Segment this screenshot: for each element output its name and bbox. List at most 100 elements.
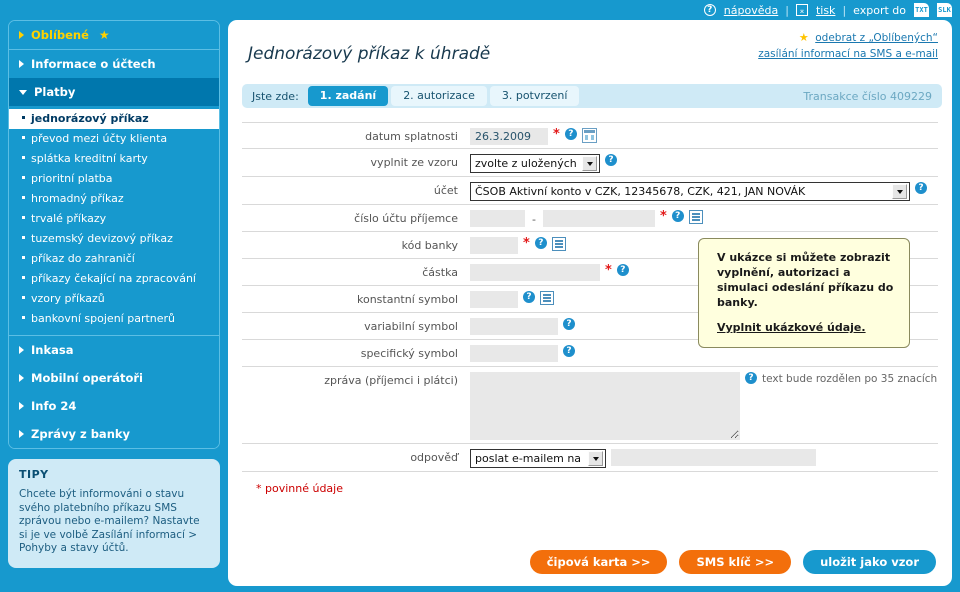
- sidebar-item-favorites[interactable]: Oblíbené ★: [9, 21, 219, 49]
- export-txt-icon[interactable]: TXT: [914, 3, 929, 17]
- sidebar-item-hromadny-prikaz[interactable]: hromadný příkaz: [9, 189, 219, 209]
- breadcrumb-label: Jste zde:: [252, 89, 299, 103]
- sidebar-bottom-group: Inkasa Mobilní operátoři Info 24 Zprávy …: [9, 336, 219, 448]
- star-icon: ★: [798, 31, 809, 44]
- fill-demo-data-link[interactable]: Vyplnit ukázkové údaje.: [717, 320, 866, 335]
- tips-box: TIPY Chcete být informováni o stavu svéh…: [8, 459, 220, 568]
- due-date-input[interactable]: [470, 128, 548, 145]
- global-toolbar: ? nápověda | ⌅ tisk | export do TXT SLK: [0, 0, 960, 20]
- message-textarea[interactable]: [470, 372, 740, 440]
- sidebar-item-info-24[interactable]: Info 24: [9, 392, 219, 420]
- sidebar-item-prevod-mezi-ucty[interactable]: převod mezi účty klienta: [9, 129, 219, 149]
- account-select-value: ČSOB Aktivní konto v CZK, 12345678, CZK,…: [475, 185, 806, 198]
- sidebar-item-tuzemsky-devizovy-prikaz[interactable]: tuzemský devizový příkaz: [9, 229, 219, 249]
- chevron-down-icon: [892, 184, 907, 199]
- required-marker: *: [605, 263, 612, 278]
- sidebar-item-label: Info 24: [31, 399, 77, 413]
- favorite-remove-row: ★ odebrat z „Oblíbených“: [758, 30, 938, 46]
- reply-method-select[interactable]: poslat e-mailem na: [470, 449, 606, 468]
- help-icon[interactable]: ?: [564, 128, 577, 140]
- list-picker-icon[interactable]: [540, 291, 554, 305]
- calendar-icon[interactable]: [581, 128, 597, 143]
- chevron-down-icon: [19, 89, 27, 95]
- sidebar-item-trvale-prikazy[interactable]: trvalé příkazy: [9, 209, 219, 229]
- export-label: export do: [853, 3, 906, 17]
- star-icon: ★: [98, 28, 110, 42]
- sidebar-item-vzory-prikazu[interactable]: vzory příkazů: [9, 289, 219, 309]
- sidebar-item-label: Informace o účtech: [31, 57, 156, 71]
- account-label: účet: [433, 184, 458, 197]
- sidebar-top-group: Oblíbené ★ Informace o účtech: [9, 21, 219, 78]
- sidebar-item-jednorazovy-prikaz[interactable]: jednorázový příkaz: [9, 109, 219, 129]
- print-link[interactable]: tisk: [816, 4, 835, 17]
- chevron-right-icon: [19, 346, 24, 354]
- sidebar-item-prikazy-cekajici[interactable]: příkazy čekající na zpracování: [9, 269, 219, 289]
- toolbar-separator-2: |: [842, 3, 847, 17]
- sidebar-subitem-label: hromadný příkaz: [31, 192, 124, 205]
- remove-from-favorites-link[interactable]: odebrat z „Oblíbených“: [815, 32, 938, 44]
- help-icon[interactable]: ?: [563, 345, 575, 357]
- account-select[interactable]: ČSOB Aktivní konto v CZK, 12345678, CZK,…: [470, 182, 910, 201]
- sidebar-subitem-label: příkazy čekající na zpracování: [31, 272, 196, 285]
- template-select[interactable]: zvolte z uložených: [470, 154, 600, 173]
- help-icon[interactable]: ?: [563, 318, 575, 330]
- help-icon[interactable]: ?: [605, 154, 617, 166]
- chevron-right-icon: [19, 60, 24, 68]
- help-icon[interactable]: ?: [671, 210, 684, 222]
- template-select-value: zvolte z uložených: [475, 157, 577, 170]
- help-icon[interactable]: ?: [523, 291, 535, 303]
- recipient-account-label: číslo účtu příjemce: [354, 212, 458, 225]
- help-icon[interactable]: ?: [745, 372, 757, 384]
- chip-card-button[interactable]: čipová karta >>: [529, 550, 668, 574]
- form-row-recipient-account: číslo účtu příjemce - * ?: [242, 205, 938, 232]
- chevron-right-icon: [19, 402, 24, 410]
- help-icon[interactable]: ?: [915, 182, 927, 194]
- sidebar-item-mobilni-operatori[interactable]: Mobilní operátoři: [9, 364, 219, 392]
- sidebar-item-payments[interactable]: Platby: [9, 78, 219, 106]
- reply-label: odpověď: [410, 451, 458, 464]
- recipient-account-prefix-input[interactable]: [470, 210, 525, 227]
- sidebar-item-prikaz-do-zahranici[interactable]: příkaz do zahraničí: [9, 249, 219, 269]
- export-slk-icon[interactable]: SLK: [937, 3, 952, 17]
- sidebar-item-account-info[interactable]: Informace o účtech: [9, 50, 219, 78]
- amount-label: částka: [422, 266, 458, 279]
- sidebar-item-zpravy-z-banky[interactable]: Zprávy z banky: [9, 420, 219, 448]
- form-row-message: zpráva (příjemci i plátci) ? text bude r…: [242, 367, 938, 444]
- list-picker-icon[interactable]: [551, 237, 566, 251]
- chevron-right-icon: [19, 430, 24, 438]
- help-link[interactable]: nápověda: [724, 4, 778, 17]
- tab-potvrzeni[interactable]: 3. potvrzení: [489, 86, 580, 106]
- required-fields-note: * povinné údaje: [256, 482, 344, 495]
- required-marker: *: [553, 127, 560, 142]
- recipient-account-number-input[interactable]: [542, 210, 655, 227]
- sidebar-subitem-label: splátka kreditní karty: [31, 152, 148, 165]
- list-picker-icon[interactable]: [688, 210, 703, 224]
- sidebar-subitem-label: bankovní spojení partnerů: [31, 312, 176, 325]
- specific-symbol-input[interactable]: [470, 345, 558, 362]
- reply-email-input[interactable]: [611, 449, 816, 466]
- chevron-down-icon: [588, 451, 603, 466]
- sms-key-button[interactable]: SMS klíč >>: [679, 550, 792, 574]
- tab-autorizace[interactable]: 2. autorizace: [391, 86, 487, 106]
- sidebar-item-splatka-kreditni-karty[interactable]: splátka kreditní karty: [9, 149, 219, 169]
- variable-symbol-input[interactable]: [470, 318, 558, 335]
- bank-code-input[interactable]: [470, 237, 518, 254]
- required-marker: *: [523, 236, 530, 251]
- help-icon[interactable]: ?: [534, 237, 547, 249]
- help-icon[interactable]: ?: [616, 264, 629, 276]
- constant-symbol-input[interactable]: [470, 291, 518, 308]
- template-label: vyplnit ze vzoru: [370, 156, 458, 169]
- transaction-number: Transakce číslo 409229: [803, 89, 932, 103]
- sidebar-subitem-label: prioritní platba: [31, 172, 113, 185]
- sidebar-item-inkasa[interactable]: Inkasa: [9, 336, 219, 364]
- amount-input[interactable]: [470, 264, 600, 281]
- sidebar-item-bankovni-spojeni[interactable]: bankovní spojení partnerů: [9, 309, 219, 329]
- sms-email-settings-link[interactable]: zasílání informací na SMS a e-mail: [758, 48, 938, 60]
- chevron-right-icon: [19, 374, 24, 382]
- reply-method-value: poslat e-mailem na: [475, 452, 582, 465]
- sidebar-item-prioritni-platba[interactable]: prioritní platba: [9, 169, 219, 189]
- tab-zadani[interactable]: 1. zadání: [307, 86, 389, 106]
- question-circle-icon: ?: [703, 4, 716, 16]
- save-as-template-button[interactable]: uložit jako vzor: [803, 550, 936, 574]
- due-date-label: datum splatnosti: [365, 130, 458, 143]
